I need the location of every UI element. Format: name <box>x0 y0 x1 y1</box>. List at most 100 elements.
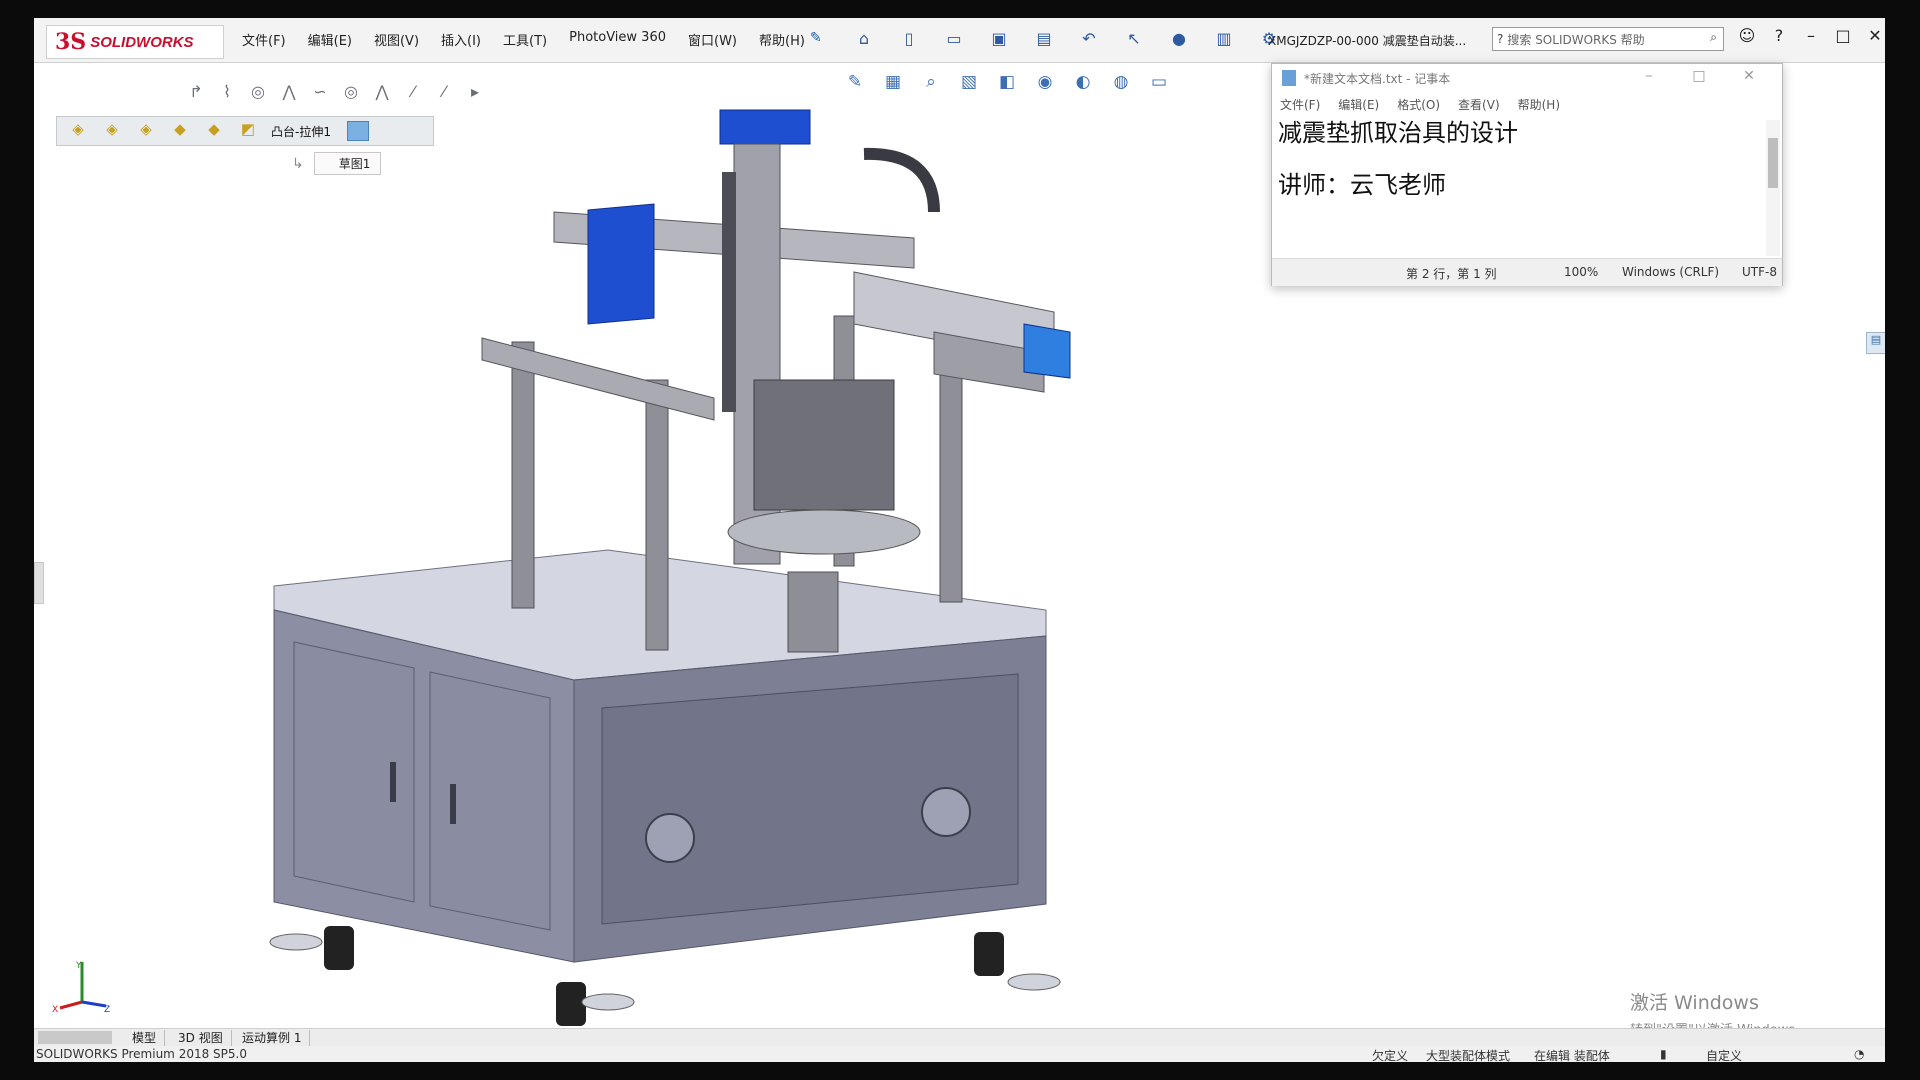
menu-insert[interactable]: 插入(I) <box>441 30 481 49</box>
menu-help[interactable]: 帮助(H) <box>759 30 805 49</box>
assembly-icon-2[interactable]: ◈ <box>99 120 125 142</box>
frame-leg-2 <box>645 379 669 651</box>
line-icon[interactable]: ⌇ <box>215 82 239 104</box>
rebuild-icon[interactable]: ● <box>1167 26 1191 50</box>
smart-dimension-icon[interactable]: ↱ <box>184 82 208 104</box>
assembly-icon-1[interactable]: ◈ <box>65 120 91 142</box>
np-menu-format[interactable]: 格式(O) <box>1397 96 1440 113</box>
triad-x-label: X <box>52 1005 58 1014</box>
print-icon[interactable]: ▤ <box>1032 26 1056 50</box>
section-view-icon[interactable]: ▦ <box>880 72 906 98</box>
ellipse-icon[interactable]: ◎ <box>339 82 363 104</box>
np-menu-file[interactable]: 文件(F) <box>1280 96 1320 113</box>
notepad-status-bar: 第 2 行，第 1 列 100% Windows (CRLF) UTF-8 <box>1272 258 1782 286</box>
open-icon[interactable]: ▭ <box>942 26 966 50</box>
monitor-icon[interactable]: ▭ <box>1146 72 1172 98</box>
offset-icon[interactable]: ⁄ <box>401 82 425 104</box>
caster-wheel-1 <box>324 926 354 970</box>
door-handle-left <box>390 762 396 802</box>
menu-file[interactable]: 文件(F) <box>242 30 286 49</box>
undo-icon[interactable]: ↶ <box>1077 26 1101 50</box>
np-menu-view[interactable]: 查看(V) <box>1458 96 1500 113</box>
title-menu-bar: 3S SOLIDWORKS 文件(F) 编辑(E) 视图(V) 插入(I) 工具… <box>34 18 1885 63</box>
notepad-window[interactable]: *新建文本文档.txt - 记事本 – □ ✕ 文件(F) 编辑(E) 格式(O… <box>1271 63 1783 286</box>
bottom-tabs: 模型 3D 视图 运动算例 1 <box>34 1028 1885 1047</box>
lower-cylinder <box>787 571 839 653</box>
cable-chain <box>863 147 940 213</box>
file-properties-icon[interactable]: ▥ <box>1212 26 1236 50</box>
cooling-fan-right <box>921 787 971 837</box>
sketch-label[interactable]: 草图1 <box>313 152 382 175</box>
arc-icon[interactable]: ⋀ <box>277 82 301 104</box>
display-style-icon[interactable]: ◧ <box>994 72 1020 98</box>
status-bar: SOLIDWORKS Premium 2018 SP5.0 欠定义 大型装配体模… <box>34 1046 1885 1062</box>
sketch-toolbar: ↱ ⌇ ◎ ⋀ ∽ ◎ ⋀ ⁄ ⁄ ▸ <box>184 82 494 104</box>
status-editing: 在编辑 装配体 <box>1534 1049 1610 1062</box>
assembly-icon-3[interactable]: ◈ <box>133 120 159 142</box>
chat-icon[interactable]: ◔ <box>1854 1047 1864 1061</box>
menu-photoview[interactable]: PhotoView 360 <box>569 30 666 49</box>
help-menu-icon[interactable]: ? <box>1766 26 1792 45</box>
mirror-icon[interactable]: ⁄ <box>432 82 456 104</box>
tab-model[interactable]: 模型 <box>124 1030 166 1046</box>
zoom-icon[interactable]: ⌕ <box>918 72 944 98</box>
minimize-icon[interactable]: – <box>1798 26 1824 45</box>
menu-tools[interactable]: 工具(T) <box>503 30 547 49</box>
rotary-table <box>727 509 921 555</box>
notepad-text-area[interactable]: 减震垫抓取治具的设计 讲师：云飞老师 <box>1278 119 1758 256</box>
notepad-minimize-icon[interactable]: – <box>1624 68 1674 84</box>
maximize-icon[interactable]: □ <box>1830 26 1856 45</box>
np-menu-edit[interactable]: 编辑(E) <box>1338 96 1379 113</box>
current-feature-label[interactable]: 凸台-拉伸1 <box>271 123 331 140</box>
part-icon-1[interactable]: ◆ <box>167 120 193 142</box>
scrollbar-thumb[interactable] <box>1768 138 1778 188</box>
notepad-title: *新建文本文档.txt - 记事本 <box>1304 71 1451 86</box>
tab-3d-view[interactable]: 3D 视图 <box>170 1030 232 1046</box>
notepad-menu: 文件(F) 编辑(E) 格式(O) 查看(V) 帮助(H) <box>1280 96 1578 113</box>
spline-icon[interactable]: ∽ <box>308 82 332 104</box>
menu-view[interactable]: 视图(V) <box>374 30 419 49</box>
user-icon[interactable]: ☺ <box>1734 26 1760 45</box>
select-icon[interactable]: ↖ <box>1122 26 1146 50</box>
new-document-icon[interactable]: ▯ <box>897 26 921 50</box>
notepad-scrollbar[interactable] <box>1766 120 1780 256</box>
status-custom[interactable]: 自定义 <box>1706 1047 1742 1062</box>
search-icon[interactable]: ⌕ <box>1710 30 1717 45</box>
tab-navigation-arrows[interactable] <box>38 1031 112 1044</box>
more-arrow-icon[interactable]: ▸ <box>463 82 487 104</box>
appearance-icon[interactable]: ◐ <box>1070 72 1096 98</box>
menu-window[interactable]: 窗口(W) <box>688 30 737 49</box>
help-search-input[interactable]: ? 搜索 SOLIDWORKS 帮助 ⌕ <box>1492 27 1724 51</box>
solidworks-logo[interactable]: 3S SOLIDWORKS <box>46 25 224 59</box>
linear-actuator-right <box>1023 323 1071 379</box>
view-orientation-icon[interactable]: ▧ <box>956 72 982 98</box>
pin-icon[interactable]: ✎ <box>810 30 822 46</box>
window-controls: ☺ ? – □ ✕ <box>1734 26 1885 45</box>
main-menu: 文件(F) 编辑(E) 视图(V) 插入(I) 工具(T) PhotoView … <box>242 30 827 49</box>
help-icon: ? <box>1497 32 1504 46</box>
np-menu-help[interactable]: 帮助(H) <box>1518 96 1560 113</box>
notepad-close-icon[interactable]: ✕ <box>1724 68 1774 84</box>
leveling-foot-2 <box>581 993 635 1011</box>
scene-icon[interactable]: ◍ <box>1108 72 1134 98</box>
rebuild-status-icon[interactable]: ▮ <box>1660 1047 1667 1061</box>
notepad-line-1: 减震垫抓取治具的设计 <box>1278 119 1518 147</box>
hide-show-icon[interactable]: ◉ <box>1032 72 1058 98</box>
tab-motion-study[interactable]: 运动算例 1 <box>234 1030 311 1046</box>
notepad-maximize-icon[interactable]: □ <box>1674 68 1724 84</box>
status-large-assembly: 大型装配体模式 <box>1426 1049 1511 1062</box>
coordinate-triad: Y X Z <box>52 958 112 1018</box>
menu-edit[interactable]: 编辑(E) <box>308 30 352 49</box>
edit-sketch-icon[interactable]: ✎ <box>842 72 868 98</box>
ds-logo-mark: 3S <box>55 29 87 55</box>
notepad-line-2: 讲师：云飞老师 <box>1278 170 1446 199</box>
trim-icon[interactable]: ⋀ <box>370 82 394 104</box>
pointer-icon: ↳ <box>292 155 304 172</box>
home-icon[interactable]: ⌂ <box>852 26 876 50</box>
save-icon[interactable]: ▣ <box>987 26 1011 50</box>
circle-icon[interactable]: ◎ <box>246 82 270 104</box>
close-icon[interactable]: ✕ <box>1862 26 1885 45</box>
part-icon-2[interactable]: ◆ <box>201 120 227 142</box>
extrude-icon[interactable]: ◩ <box>235 120 261 142</box>
sketch-plane-icon[interactable] <box>346 121 369 141</box>
